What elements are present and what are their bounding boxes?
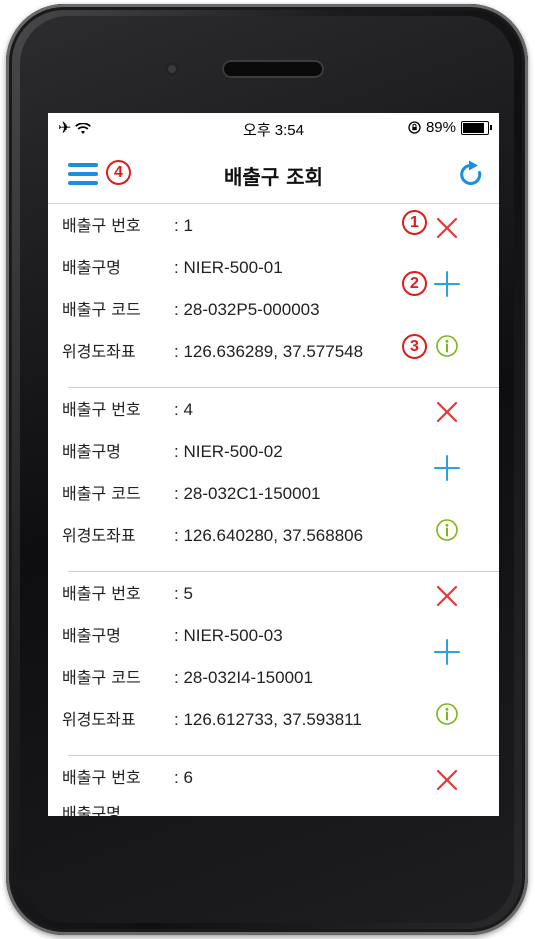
outlet-number-row: 배출구 번호 : 5 [62, 580, 193, 604]
delete-icon[interactable] [433, 214, 461, 242]
battery-percent: 89% [425, 119, 456, 136]
status-right: 89% [408, 119, 492, 136]
front-camera [165, 62, 179, 76]
outlet-list-item: 배출구 번호 : 5 배출구명 : NIER-500-03 배출구 코드 : 28-0… [48, 572, 499, 756]
outlet-name-row: 배출구명 [62, 800, 174, 816]
outlet-number-row: 배출구 번호 : 1 [62, 212, 193, 236]
annotation-marker-info: 3 [402, 334, 427, 359]
outlet-list: 배출구 번호 : 1 배출구명 : NIER-500-01 배출구 코드 : 28-0… [48, 204, 499, 816]
outlet-coords-value: : 126.640280, 37.568806 [174, 526, 364, 545]
outlet-code-row: 배출구 코드 : 28-032P5-000003 [62, 296, 320, 320]
info-icon[interactable] [435, 334, 459, 358]
outlet-number-row: 배출구 번호 : 6 [62, 764, 193, 788]
outlet-code-value: : 28-032I4-150001 [174, 668, 313, 687]
page-title: 배출구 조회 [224, 165, 323, 189]
outlet-code-row: 배출구 코드 : 28-032C1-150001 [62, 480, 321, 504]
outlet-number-label: 배출구 번호 [62, 216, 141, 235]
add-icon[interactable] [433, 638, 461, 666]
outlet-name-row: 배출구명 : NIER-500-03 [62, 622, 283, 646]
outlet-number-value: : 6 [174, 768, 193, 787]
outlet-list-item: 배출구 번호 : 1 배출구명 : NIER-500-01 배출구 코드 : 28-0… [48, 204, 499, 388]
outlet-number-label: 배출구 번호 [62, 768, 141, 787]
outlet-code-label: 배출구 코드 [62, 300, 141, 319]
outlet-code-row: 배출구 코드 : 28-032I4-150001 [62, 664, 313, 688]
info-icon[interactable] [435, 518, 459, 542]
outlet-number-value: : 1 [174, 216, 193, 235]
rotation-lock-icon [408, 121, 421, 134]
outlet-coords-value: : 126.636289, 37.577548 [174, 342, 364, 361]
outlet-coords-row: 위경도좌표 : 126.636289, 37.577548 [62, 338, 363, 362]
delete-icon[interactable] [433, 582, 461, 610]
earpiece-speaker [222, 60, 324, 78]
outlet-number-value: : 4 [174, 400, 193, 419]
outlet-name-label: 배출구명 [62, 626, 121, 645]
outlet-number-label: 배출구 번호 [62, 400, 141, 419]
add-icon[interactable] [433, 454, 461, 482]
outlet-name-label: 배출구명 [62, 442, 121, 461]
outlet-coords-label: 위경도좌표 [62, 342, 136, 361]
outlet-name-row: 배출구명 : NIER-500-01 [62, 254, 283, 278]
delete-icon[interactable] [433, 398, 461, 426]
outlet-number-label: 배출구 번호 [62, 584, 141, 603]
outlet-name-value: : NIER-500-02 [174, 442, 283, 461]
outlet-number-value: : 5 [174, 584, 193, 603]
outlet-name-value: : NIER-500-03 [174, 626, 283, 645]
outlet-coords-row: 위경도좌표 : 126.612733, 37.593811 [62, 706, 362, 730]
outlet-name-label: 배출구명 [62, 804, 121, 816]
outlet-code-value: : 28-032C1-150001 [174, 484, 321, 503]
outlet-number-row: 배출구 번호 : 4 [62, 396, 193, 420]
annotation-marker-delete: 1 [402, 210, 427, 235]
add-icon[interactable] [433, 270, 461, 298]
outlet-code-value: : 28-032P5-000003 [174, 300, 320, 319]
battery-icon [461, 120, 492, 135]
app-screen: ✈ 오후 3:54 89% 4 배출구 조회 배출구 번호 : 1 배출구명 : N… [48, 113, 499, 816]
outlet-coords-label: 위경도좌표 [62, 526, 136, 545]
outlet-coords-value: : 126.612733, 37.593811 [174, 710, 362, 729]
outlet-list-item: 배출구 번호 : 6 배출구명 [48, 756, 499, 816]
delete-icon[interactable] [433, 766, 461, 794]
refresh-icon[interactable] [457, 159, 485, 189]
outlet-name-value: : NIER-500-01 [174, 258, 283, 277]
outlet-coords-row: 위경도좌표 : 126.640280, 37.568806 [62, 522, 363, 546]
outlet-code-label: 배출구 코드 [62, 668, 141, 687]
annotation-marker-add: 2 [402, 271, 427, 296]
outlet-list-item: 배출구 번호 : 4 배출구명 : NIER-500-02 배출구 코드 : 28-0… [48, 388, 499, 572]
nav-bar: 4 배출구 조회 [48, 145, 499, 204]
outlet-name-label: 배출구명 [62, 258, 121, 277]
outlet-name-row: 배출구명 : NIER-500-02 [62, 438, 283, 462]
outlet-code-label: 배출구 코드 [62, 484, 141, 503]
info-icon[interactable] [435, 702, 459, 726]
outlet-coords-label: 위경도좌표 [62, 710, 136, 729]
status-bar: ✈ 오후 3:54 89% [48, 113, 499, 145]
